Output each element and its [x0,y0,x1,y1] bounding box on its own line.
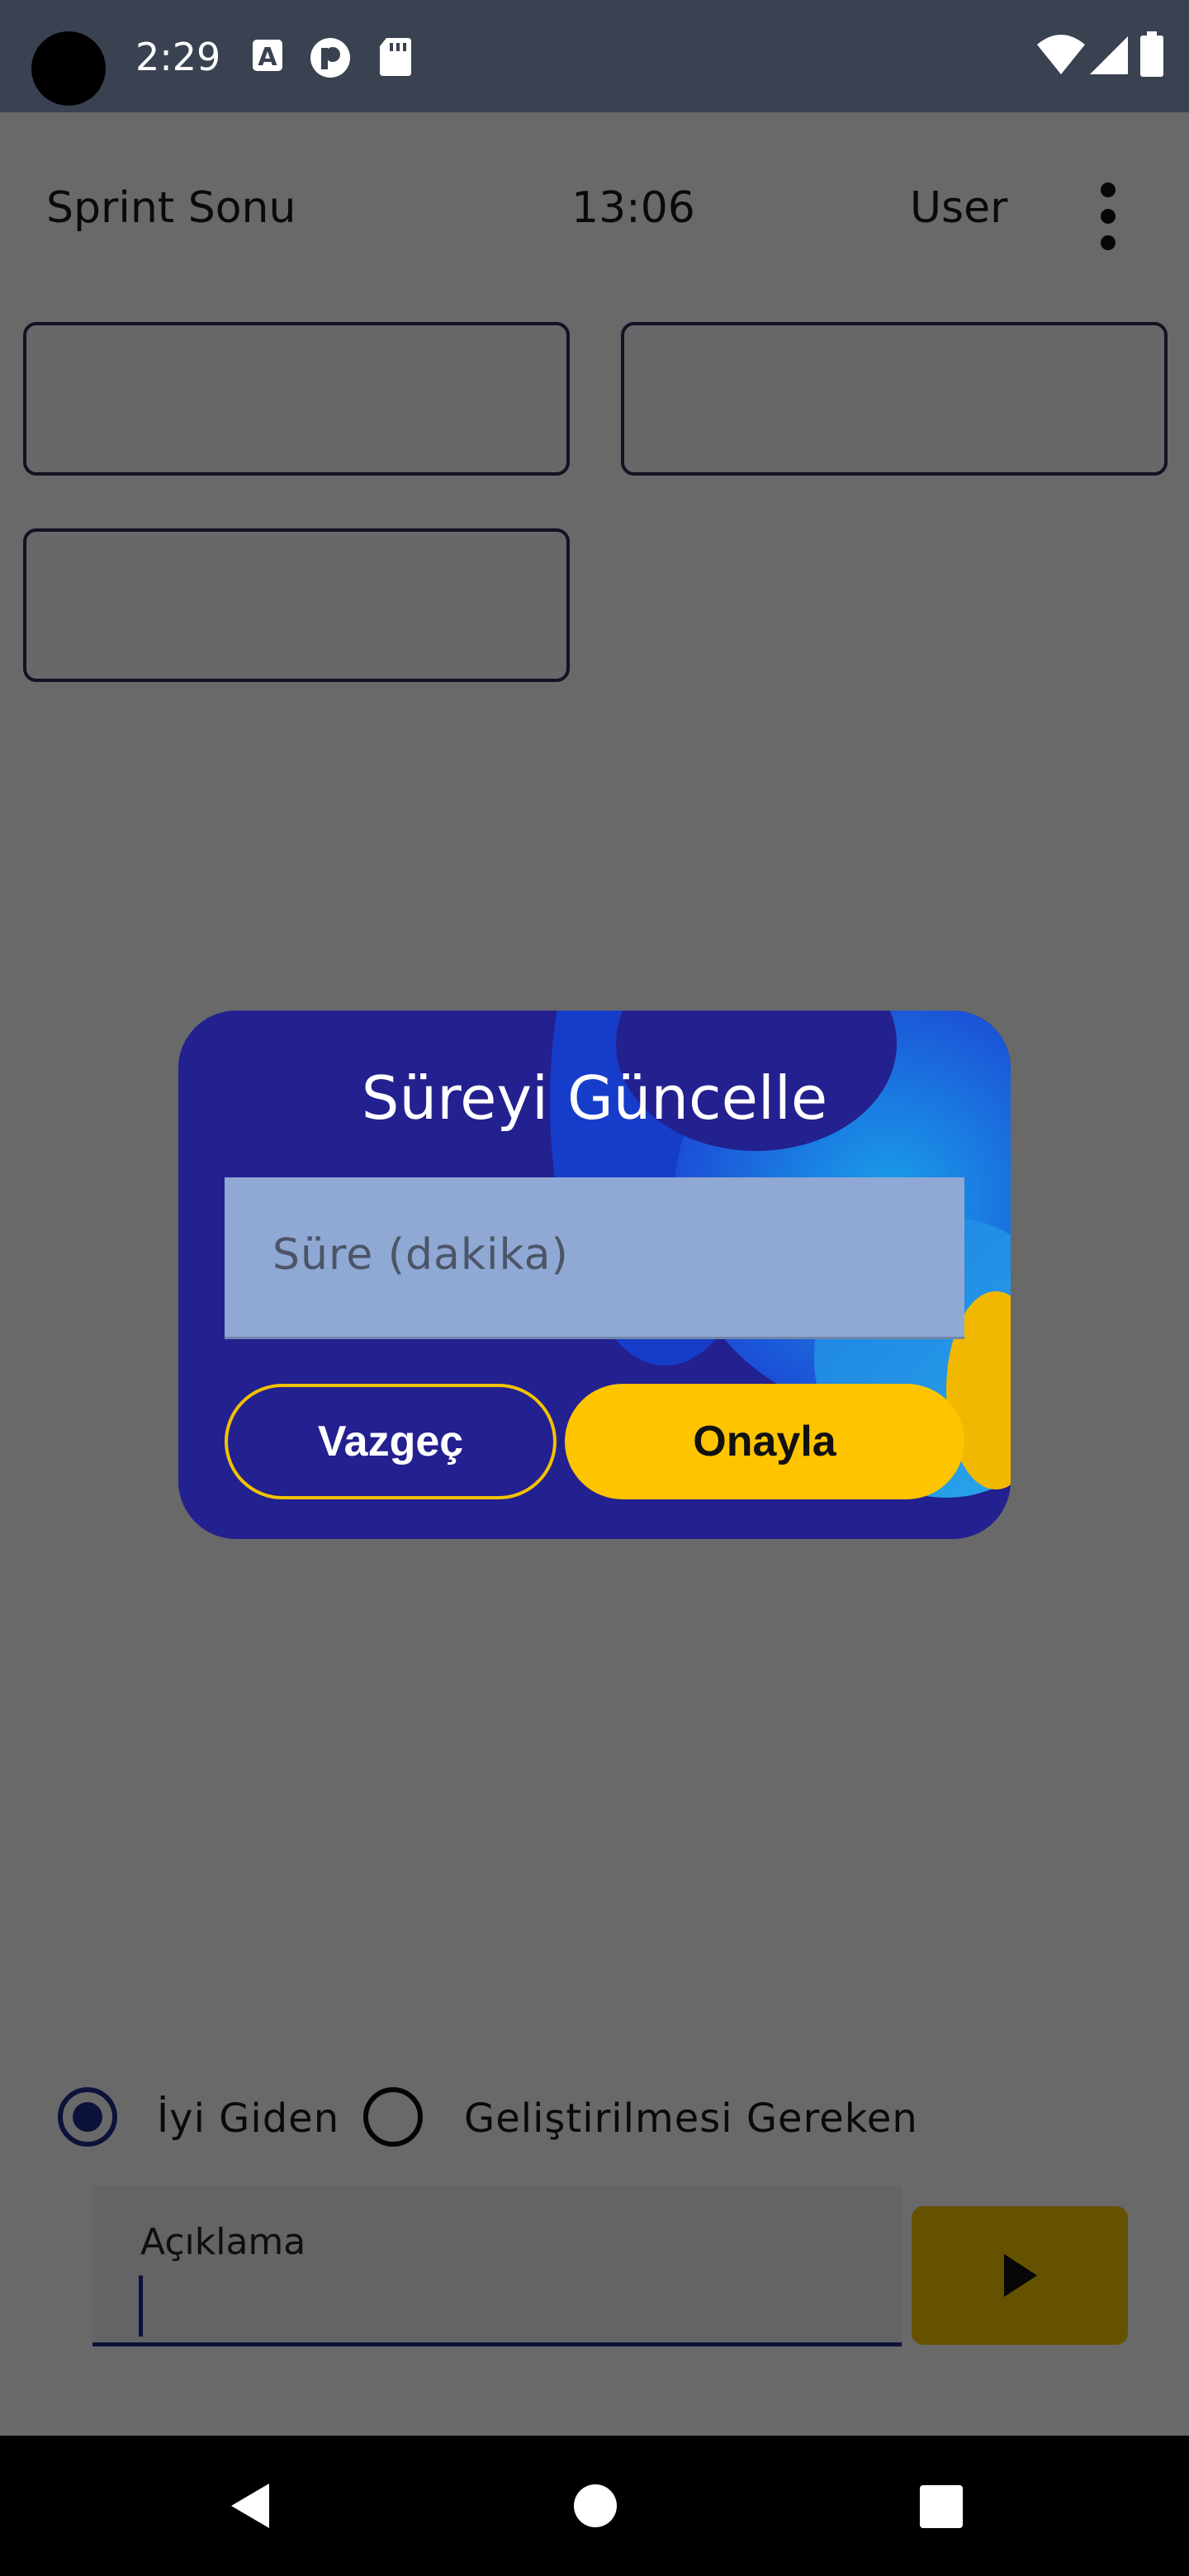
cancel-button-label: Vazgeç [317,1418,464,1466]
home-icon[interactable] [566,2436,624,2576]
radio-iyi-giden[interactable] [58,2087,117,2147]
radio-label-iyi-giden[interactable]: İyi Giden [157,2095,339,2142]
back-icon[interactable] [220,2436,277,2576]
item-card[interactable] [23,528,570,682]
play-arrow-icon [1004,2254,1037,2297]
system-nav-bar [0,2436,1189,2576]
radio-label-gelistirilmesi-gereken[interactable]: Geliştirilmesi Gereken [464,2095,918,2142]
category-radio-group: İyi Giden Geliştirilmesi Gereken [54,2077,1045,2160]
top-app-bar: Sprint Sonu 13:06 User [0,112,1189,302]
confirm-button[interactable]: Onayla [565,1384,964,1499]
duration-input[interactable]: Süre (dakika) [225,1177,964,1339]
cancel-button[interactable]: Vazgeç [225,1384,557,1499]
timer-display[interactable]: 13:06 [571,183,695,233]
p-app-icon [310,38,350,78]
confirm-button-label: Onayla [693,1418,836,1466]
camera-cutout [31,31,106,106]
recents-icon[interactable] [913,2436,971,2576]
update-duration-dialog: Süreyi Güncelle Süre (dakika) Vazgeç Ona… [178,1011,1011,1539]
status-bar: 2:29 A [0,0,1189,112]
battery-icon [1140,31,1163,77]
sd-card-icon [380,38,411,76]
description-field[interactable]: Açıklama [92,2186,902,2346]
signal-icon [1090,36,1128,74]
screen-title: Sprint Sonu [46,183,296,233]
status-time: 2:29 [135,35,221,79]
svg-text:A: A [258,43,277,72]
wifi-icon [1037,35,1085,74]
radio-gelistirilmesi-gereken[interactable] [363,2087,423,2147]
dialog-title: Süreyi Güncelle [361,1063,828,1133]
font-a-icon: A [253,40,282,72]
more-vert-icon[interactable] [1092,175,1125,258]
user-label[interactable]: User [910,183,1008,233]
item-card[interactable] [621,322,1168,476]
send-button[interactable] [912,2206,1128,2345]
item-card[interactable] [23,322,570,476]
duration-input-placeholder: Süre (dakika) [272,1230,569,1280]
description-label: Açıklama [140,2221,306,2263]
text-cursor [139,2275,143,2337]
